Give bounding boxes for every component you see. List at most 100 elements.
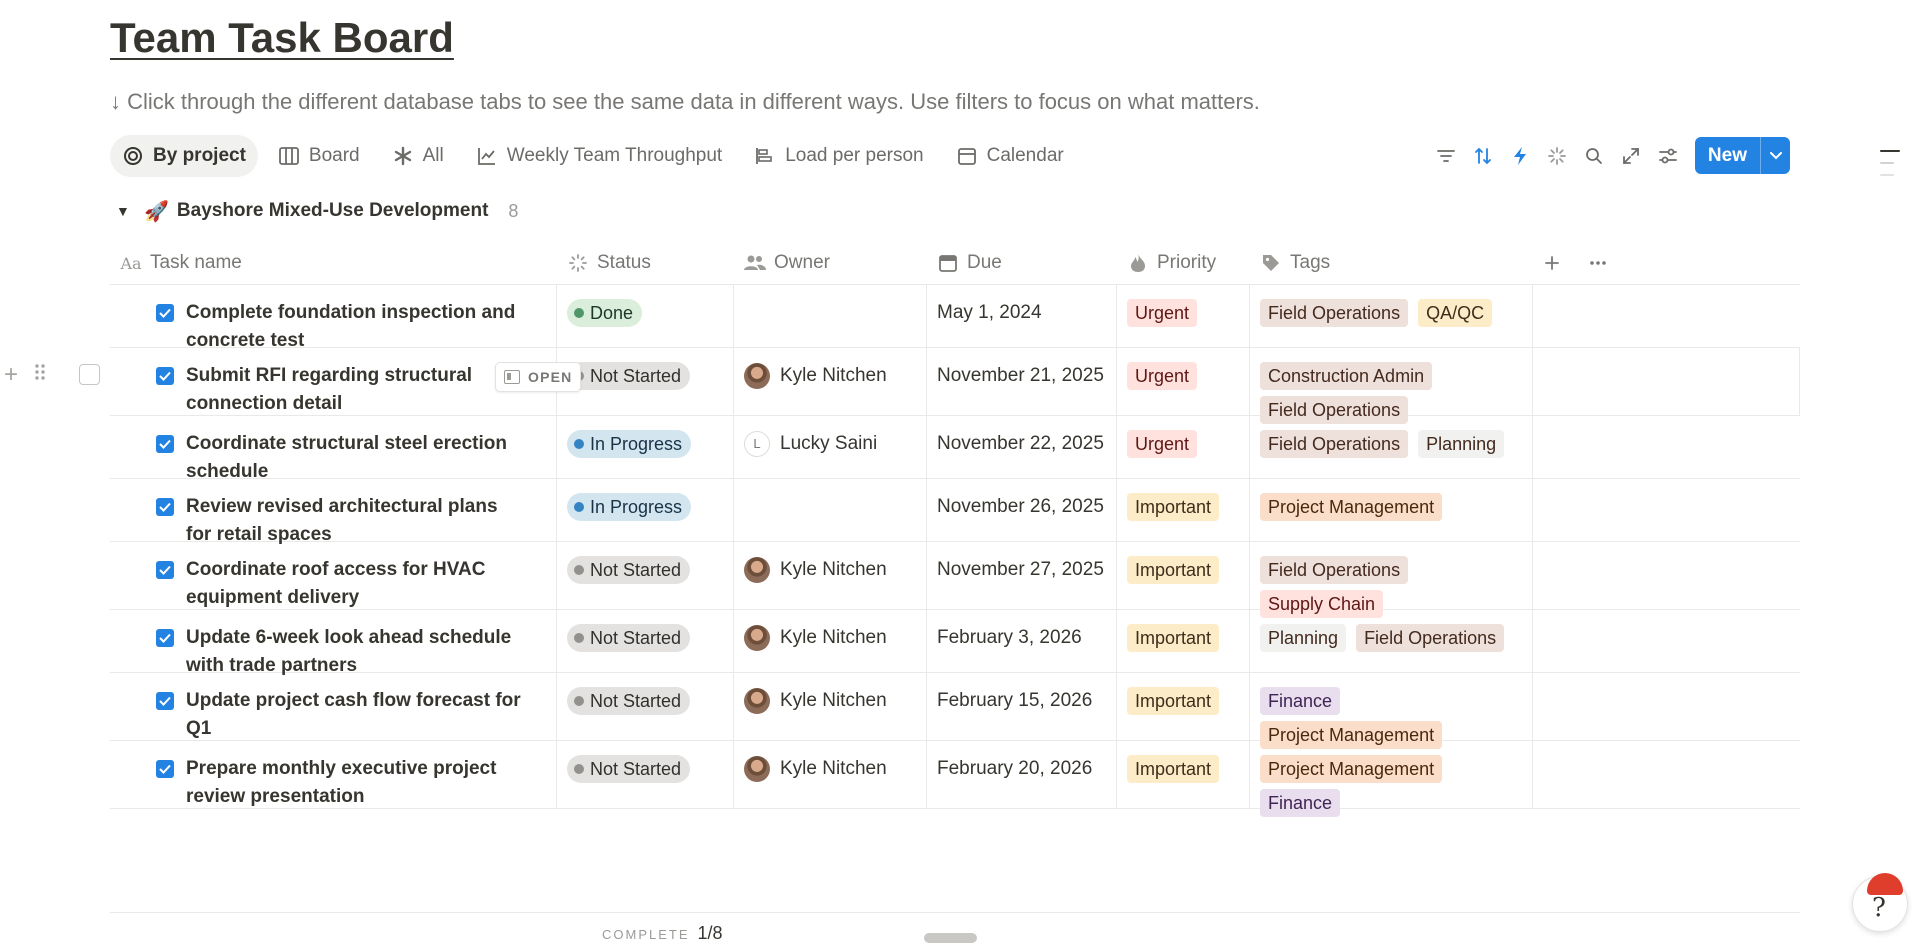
status-badge[interactable]: In Progress xyxy=(567,493,692,521)
tag-construction-admin[interactable]: Construction Admin xyxy=(1260,362,1433,390)
chevron-down-icon[interactable] xyxy=(1760,137,1790,174)
tag-planning[interactable]: Planning xyxy=(1418,430,1505,458)
column-header-task-name[interactable]: Aa Task name xyxy=(110,242,557,284)
table-row[interactable]: Coordinate roof access for HVAC equipmen… xyxy=(110,542,1800,618)
tab-load-per-person[interactable]: Load per person xyxy=(742,135,935,177)
new-button[interactable]: New xyxy=(1694,137,1790,174)
owner-person[interactable]: Kyle Nitchen xyxy=(744,556,916,584)
owner-person[interactable]: L Lucky Saini xyxy=(744,430,916,458)
sort-icon[interactable] xyxy=(1465,137,1502,174)
cell-task-name[interactable]: Complete foundation inspection and concr… xyxy=(110,285,557,351)
cell-due[interactable]: November 27, 2025 xyxy=(927,542,1117,609)
cell-tags[interactable]: Field Operations QA/QC xyxy=(1250,285,1533,347)
cell-due[interactable]: November 21, 2025 xyxy=(927,348,1117,415)
cell-status[interactable]: Done xyxy=(557,285,734,347)
cell-due[interactable]: November 26, 2025 xyxy=(927,479,1117,541)
task-name[interactable]: Prepare monthly executive project review… xyxy=(186,755,526,811)
cell-tags[interactable]: Construction Admin Field Operations xyxy=(1250,348,1533,424)
cell-status[interactable]: In Progress xyxy=(557,479,734,541)
cell-owner[interactable]: Kyle Nitchen xyxy=(734,610,927,672)
owner-person[interactable]: Kyle Nitchen xyxy=(744,687,916,715)
cell-owner[interactable]: Kyle Nitchen xyxy=(734,348,927,415)
row-select-checkbox[interactable] xyxy=(79,364,100,385)
table-row[interactable]: Prepare monthly executive project review… xyxy=(110,741,1800,817)
cell-owner[interactable]: Kyle Nitchen xyxy=(734,542,927,609)
priority-badge[interactable]: Important xyxy=(1127,755,1220,783)
add-property-icon[interactable] xyxy=(1541,252,1563,274)
status-badge[interactable]: In Progress xyxy=(567,430,692,458)
table-row[interactable]: Complete foundation inspection and concr… xyxy=(110,285,1800,351)
help-assistant-button[interactable]: ? xyxy=(1852,873,1908,932)
column-header-owner[interactable]: Owner xyxy=(734,242,927,284)
cell-priority[interactable]: Important xyxy=(1117,673,1250,740)
tag-project-management[interactable]: Project Management xyxy=(1260,755,1443,783)
cell-due[interactable]: February 20, 2026 xyxy=(927,741,1117,808)
checkbox-checked-icon[interactable] xyxy=(156,629,174,647)
status-badge[interactable]: Not Started xyxy=(567,624,691,652)
cell-task-name[interactable]: Update 6-week look ahead schedule with t… xyxy=(110,610,557,676)
cell-priority[interactable]: Urgent xyxy=(1117,285,1250,347)
cell-tags[interactable]: Project Management Finance xyxy=(1250,741,1533,817)
tab-all[interactable]: All xyxy=(380,135,456,177)
table-row[interactable]: Coordinate structural steel erection sch… xyxy=(110,416,1800,482)
page-title[interactable]: Team Task Board xyxy=(110,14,454,62)
cell-status[interactable]: Not Started xyxy=(557,542,734,609)
tag-finance[interactable]: Finance xyxy=(1260,687,1341,715)
checkbox-checked-icon[interactable] xyxy=(156,304,174,322)
column-header-due[interactable]: Due xyxy=(927,242,1117,284)
group-header[interactable]: ▼ 🚀 Bayshore Mixed-Use Development 8 xyxy=(116,196,518,226)
cell-owner[interactable]: Kyle Nitchen xyxy=(734,673,927,740)
tag-qa-qc[interactable]: QA/QC xyxy=(1418,299,1493,327)
tag-finance[interactable]: Finance xyxy=(1260,789,1341,817)
table-row[interactable]: Update project cash flow forecast for Q1… xyxy=(110,673,1800,749)
cell-priority[interactable]: Important xyxy=(1117,741,1250,808)
task-name[interactable]: Update 6-week look ahead schedule with t… xyxy=(186,624,526,680)
calculation-complete[interactable]: COMPLETE 1/8 xyxy=(602,923,723,944)
cell-task-name[interactable]: Update project cash flow forecast for Q1 xyxy=(110,673,557,740)
settings-sliders-icon[interactable] xyxy=(1650,137,1687,174)
status-badge[interactable]: Not Started xyxy=(567,556,691,584)
search-icon[interactable] xyxy=(1576,137,1613,174)
priority-badge[interactable]: Urgent xyxy=(1127,299,1198,327)
cell-status[interactable]: Not Started xyxy=(557,741,734,808)
cell-status[interactable]: In Progress xyxy=(557,416,734,478)
cell-priority[interactable]: Urgent xyxy=(1117,416,1250,478)
cell-due[interactable]: November 22, 2025 xyxy=(927,416,1117,478)
open-row-button[interactable]: OPEN xyxy=(495,362,582,392)
filter-icon[interactable] xyxy=(1428,137,1465,174)
cell-priority[interactable]: Important xyxy=(1117,479,1250,541)
task-name[interactable]: Coordinate roof access for HVAC equipmen… xyxy=(186,556,526,612)
cell-owner[interactable] xyxy=(734,479,927,541)
cell-tags[interactable]: Project Management xyxy=(1250,479,1533,541)
cell-tags[interactable]: Planning Field Operations xyxy=(1250,610,1533,672)
cell-task-name[interactable]: Coordinate roof access for HVAC equipmen… xyxy=(110,542,557,609)
task-name[interactable]: Complete foundation inspection and concr… xyxy=(186,299,526,355)
checkbox-checked-icon[interactable] xyxy=(156,561,174,579)
checkbox-checked-icon[interactable] xyxy=(156,367,174,385)
tag-field-operations[interactable]: Field Operations xyxy=(1260,556,1409,584)
column-header-tags[interactable]: Tags xyxy=(1250,242,1533,284)
tab-weekly-team-throughput[interactable]: Weekly Team Throughput xyxy=(464,135,734,177)
cell-owner[interactable] xyxy=(734,285,927,347)
tag-field-operations[interactable]: Field Operations xyxy=(1260,430,1409,458)
tab-by-project[interactable]: By project xyxy=(110,134,258,177)
status-badge[interactable]: Not Started xyxy=(567,755,691,783)
status-badge[interactable]: Not Started xyxy=(567,687,691,715)
cell-tags[interactable]: Field Operations Supply Chain xyxy=(1250,542,1533,618)
cell-due[interactable]: May 1, 2024 xyxy=(927,285,1117,347)
task-name[interactable]: Review revised architectural plans for r… xyxy=(186,493,526,549)
priority-badge[interactable]: Urgent xyxy=(1127,430,1198,458)
cell-due[interactable]: February 15, 2026 xyxy=(927,673,1117,740)
expand-icon[interactable] xyxy=(1613,137,1650,174)
automation-bolt-icon[interactable] xyxy=(1502,137,1539,174)
cell-status[interactable]: Not Started xyxy=(557,348,734,415)
tab-board[interactable]: Board xyxy=(266,135,372,177)
checkbox-checked-icon[interactable] xyxy=(156,692,174,710)
status-badge[interactable]: Not Started xyxy=(567,362,691,390)
loading-spinner-icon[interactable] xyxy=(1539,137,1576,174)
column-header-priority[interactable]: Priority xyxy=(1117,242,1250,284)
priority-badge[interactable]: Urgent xyxy=(1127,362,1198,390)
collapse-triangle-icon[interactable]: ▼ xyxy=(116,203,130,219)
task-name[interactable]: Submit RFI regarding structural connecti… xyxy=(186,362,526,418)
task-name[interactable]: Update project cash flow forecast for Q1 xyxy=(186,687,526,743)
